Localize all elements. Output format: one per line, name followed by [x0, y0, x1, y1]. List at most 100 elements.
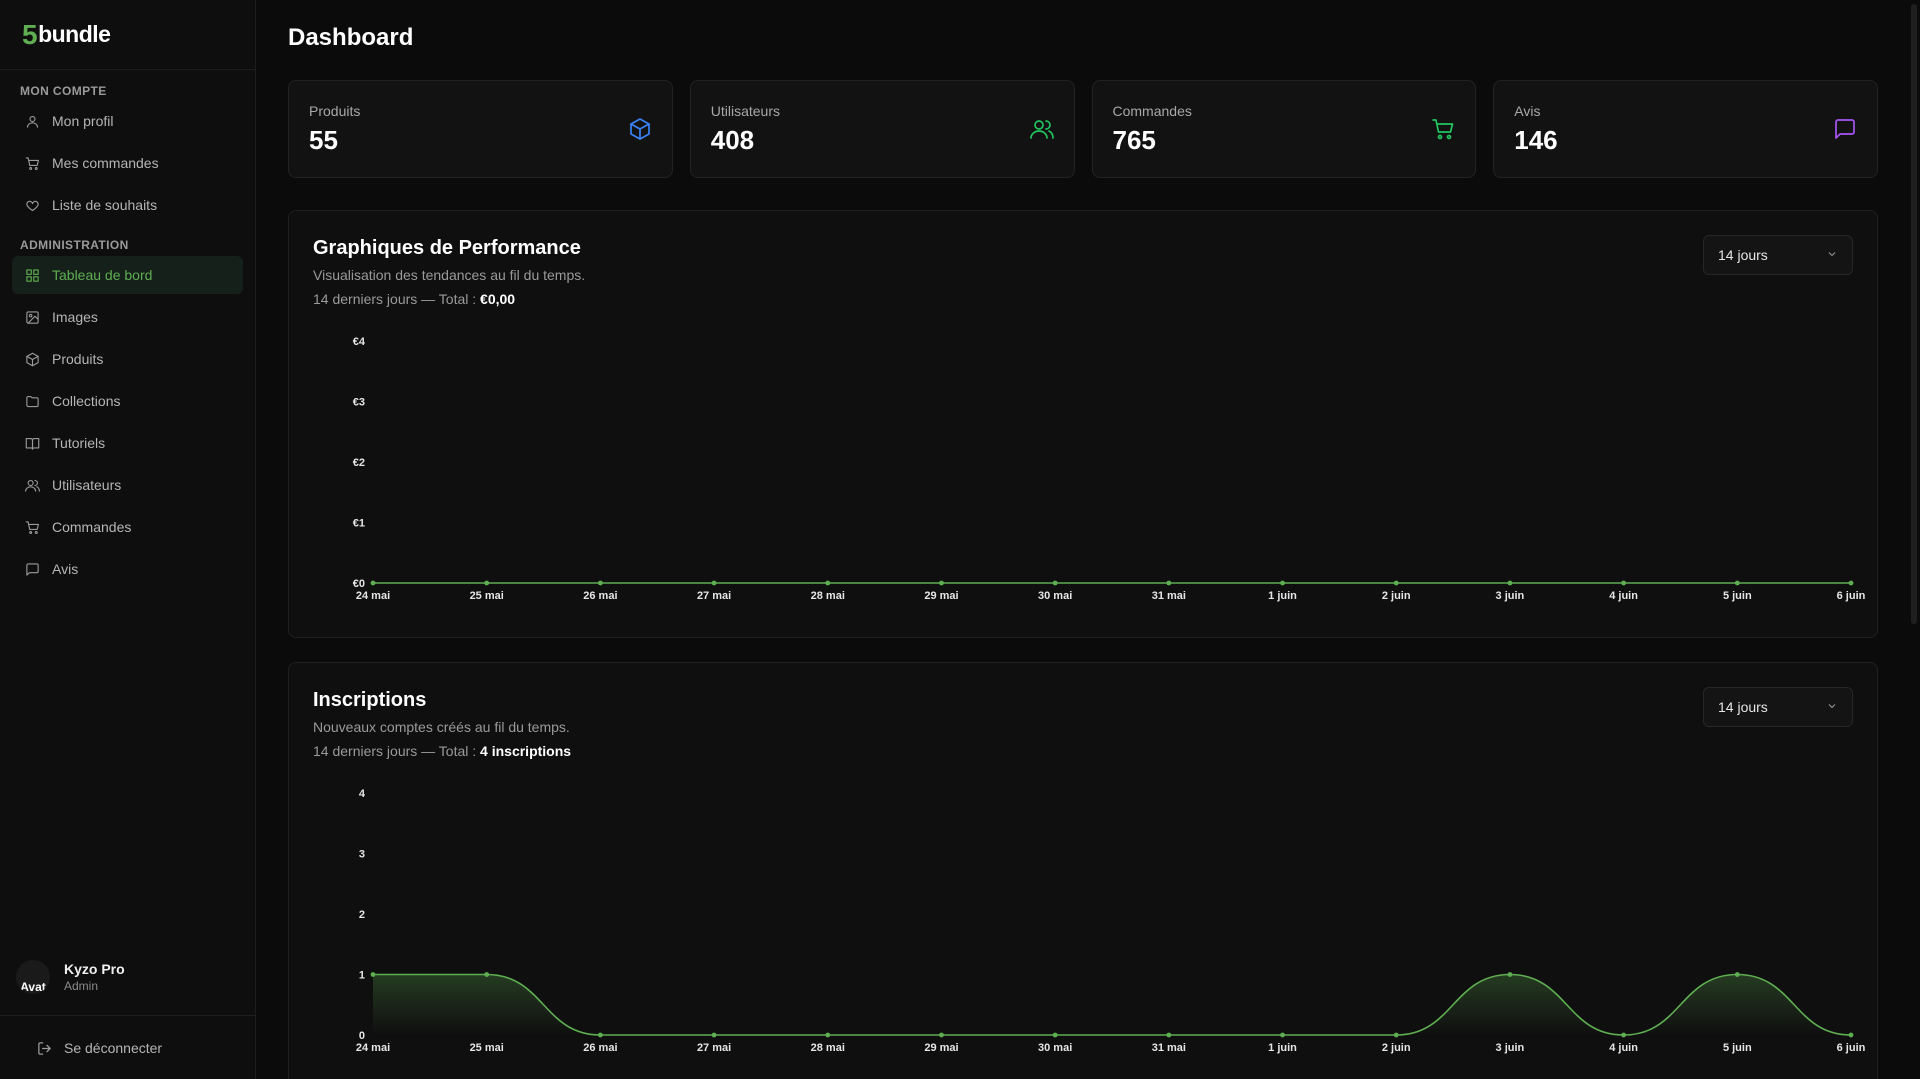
data-point[interactable]: [711, 1032, 717, 1038]
data-point[interactable]: [1393, 1032, 1399, 1038]
data-point[interactable]: [939, 1032, 944, 1038]
user-profile[interactable]: Avat Kyzo Pro Admin: [16, 960, 125, 994]
scrollbar[interactable]: [1908, 0, 1920, 1079]
sidebar-item-label: Tutoriels: [52, 435, 106, 451]
logout-label: Se déconnecter: [64, 1040, 163, 1056]
sidebar-item-label: Mes commandes: [52, 155, 159, 171]
data-point[interactable]: [825, 1032, 831, 1038]
y-tick-label: €4: [353, 336, 366, 348]
message-icon: [24, 561, 40, 577]
sidebar-item-label: Mon profil: [52, 113, 114, 129]
scrollbar-thumb[interactable]: [1911, 4, 1917, 624]
x-tick-label: 1 juin: [1268, 590, 1297, 602]
y-tick-label: 1: [359, 970, 365, 982]
data-point[interactable]: [1848, 1032, 1854, 1038]
data-point[interactable]: [825, 580, 831, 586]
x-tick-label: 25 mai: [470, 590, 504, 602]
sidebar-item-label: Produits: [52, 351, 104, 367]
sidebar-item-tutoriels[interactable]: Tutoriels: [12, 424, 243, 462]
stat-card-commandes[interactable]: Commandes 765: [1091, 80, 1477, 178]
x-tick-label: 1 juin: [1268, 1042, 1297, 1054]
data-point[interactable]: [711, 580, 717, 586]
x-tick-label: 5 juin: [1723, 590, 1752, 602]
y-tick-label: €1: [353, 518, 365, 530]
sidebar-item-avis[interactable]: Avis: [12, 550, 243, 588]
x-tick-label: 4 juin: [1609, 1042, 1638, 1054]
stat-value: 765: [1112, 125, 1156, 155]
x-tick-label: 26 mai: [583, 590, 617, 602]
data-point[interactable]: [939, 580, 944, 586]
data-point[interactable]: [1734, 972, 1740, 977]
x-tick-label: 29 mai: [924, 590, 958, 602]
stat-card-utilisateurs[interactable]: Utilisateurs 408: [689, 80, 1075, 178]
brand-mark: 5: [22, 18, 38, 50]
x-tick-label: 27 mai: [697, 1042, 731, 1054]
stat-value: 408: [710, 125, 755, 155]
data-point[interactable]: [1393, 580, 1399, 586]
section-title-admin: ADMINISTRATION: [20, 238, 129, 252]
x-tick-label: 28 mai: [811, 1042, 845, 1054]
sidebar-item-collections[interactable]: Collections: [12, 382, 243, 420]
sidebar-item-mon-profil[interactable]: Mon profil: [12, 102, 243, 140]
sidebar-item-commandes[interactable]: Commandes: [12, 508, 243, 546]
y-tick-label: 0: [359, 1030, 365, 1042]
sidebar-item-label: Utilisateurs: [52, 477, 122, 493]
data-point[interactable]: [1166, 1032, 1172, 1038]
data-point[interactable]: [1507, 972, 1513, 977]
data-point[interactable]: [597, 580, 603, 586]
x-tick-label: 30 mai: [1038, 590, 1072, 602]
stat-label: Commandes: [1112, 103, 1192, 119]
brand-name: bundle: [38, 21, 111, 47]
data-point[interactable]: [1166, 580, 1172, 586]
sidebar-item-mes-commandes[interactable]: Mes commandes: [12, 144, 243, 182]
data-point[interactable]: [1848, 580, 1854, 586]
signups-panel: Inscriptions Nouveaux comptes créés au f…: [288, 662, 1878, 1079]
sidebar-item-produits[interactable]: Produits: [12, 340, 243, 378]
cart-icon: [1431, 117, 1455, 141]
data-point[interactable]: [1052, 580, 1058, 586]
user-role: Admin: [64, 979, 99, 993]
box-icon: [628, 117, 652, 141]
signups-chart: 0 1 2 3 4 24 mai 25 mai 26 mai 27 mai 28 mai 29 ma…: [356, 788, 1866, 1054]
data-point[interactable]: [484, 972, 490, 977]
sidebar-item-label: Avis: [52, 561, 79, 577]
user-icon: [24, 113, 40, 129]
x-tick-label: 6 juin: [1837, 590, 1866, 602]
data-point[interactable]: [370, 972, 376, 977]
series-area: [373, 974, 1851, 1035]
series-line: [372, 973, 1852, 1036]
data-point[interactable]: [597, 1032, 603, 1038]
data-point[interactable]: [1734, 580, 1740, 586]
x-tick-label: 4 juin: [1609, 590, 1638, 602]
data-point[interactable]: [1280, 1032, 1285, 1038]
data-point[interactable]: [1621, 1032, 1627, 1038]
x-tick-label: 29 mai: [924, 1042, 958, 1054]
y-tick-label: 2: [359, 909, 365, 921]
data-point[interactable]: [1507, 580, 1513, 586]
x-tick-label: 3 juin: [1496, 1042, 1525, 1054]
logout-button[interactable]: Se déconnecter: [24, 1029, 256, 1067]
main-content: Dashboard Produits 55 Utilisateurs 408 Comma…: [256, 0, 1908, 1079]
cart-icon: [24, 519, 40, 535]
data-point[interactable]: [484, 580, 490, 586]
sidebar-item-utilisateurs[interactable]: Utilisateurs: [12, 466, 243, 504]
sidebar-item-label: Tableau de bord: [52, 267, 153, 283]
stat-card-avis[interactable]: Avis 146: [1493, 80, 1878, 178]
performance-panel: Graphiques de Performance Visualisation …: [288, 210, 1878, 638]
data-point[interactable]: [1280, 580, 1285, 586]
sidebar-item-images[interactable]: Images: [12, 298, 243, 336]
data-point[interactable]: [1621, 580, 1627, 586]
data-point[interactable]: [1052, 1032, 1058, 1038]
brand-logo[interactable]: 5 bundle: [0, 0, 255, 70]
sidebar-item-liste-de-souhaits[interactable]: Liste de souhaits: [12, 186, 243, 224]
sidebar: 5 bundle MON COMPTE Mon profil Mes comman…: [0, 0, 256, 1079]
x-tick-label: 27 mai: [697, 590, 731, 602]
y-tick-label: 3: [359, 849, 365, 861]
y-tick-label: €0: [353, 578, 365, 590]
data-point[interactable]: [370, 580, 376, 586]
account-nav: Mon profil Mes commandes Liste de souhaits: [0, 102, 255, 224]
y-tick-label: €2: [353, 457, 365, 469]
stat-card-produits[interactable]: Produits 55: [288, 80, 673, 178]
x-tick-label: 31 mai: [1152, 590, 1186, 602]
sidebar-item-tableau-de-bord[interactable]: Tableau de bord: [12, 256, 243, 294]
